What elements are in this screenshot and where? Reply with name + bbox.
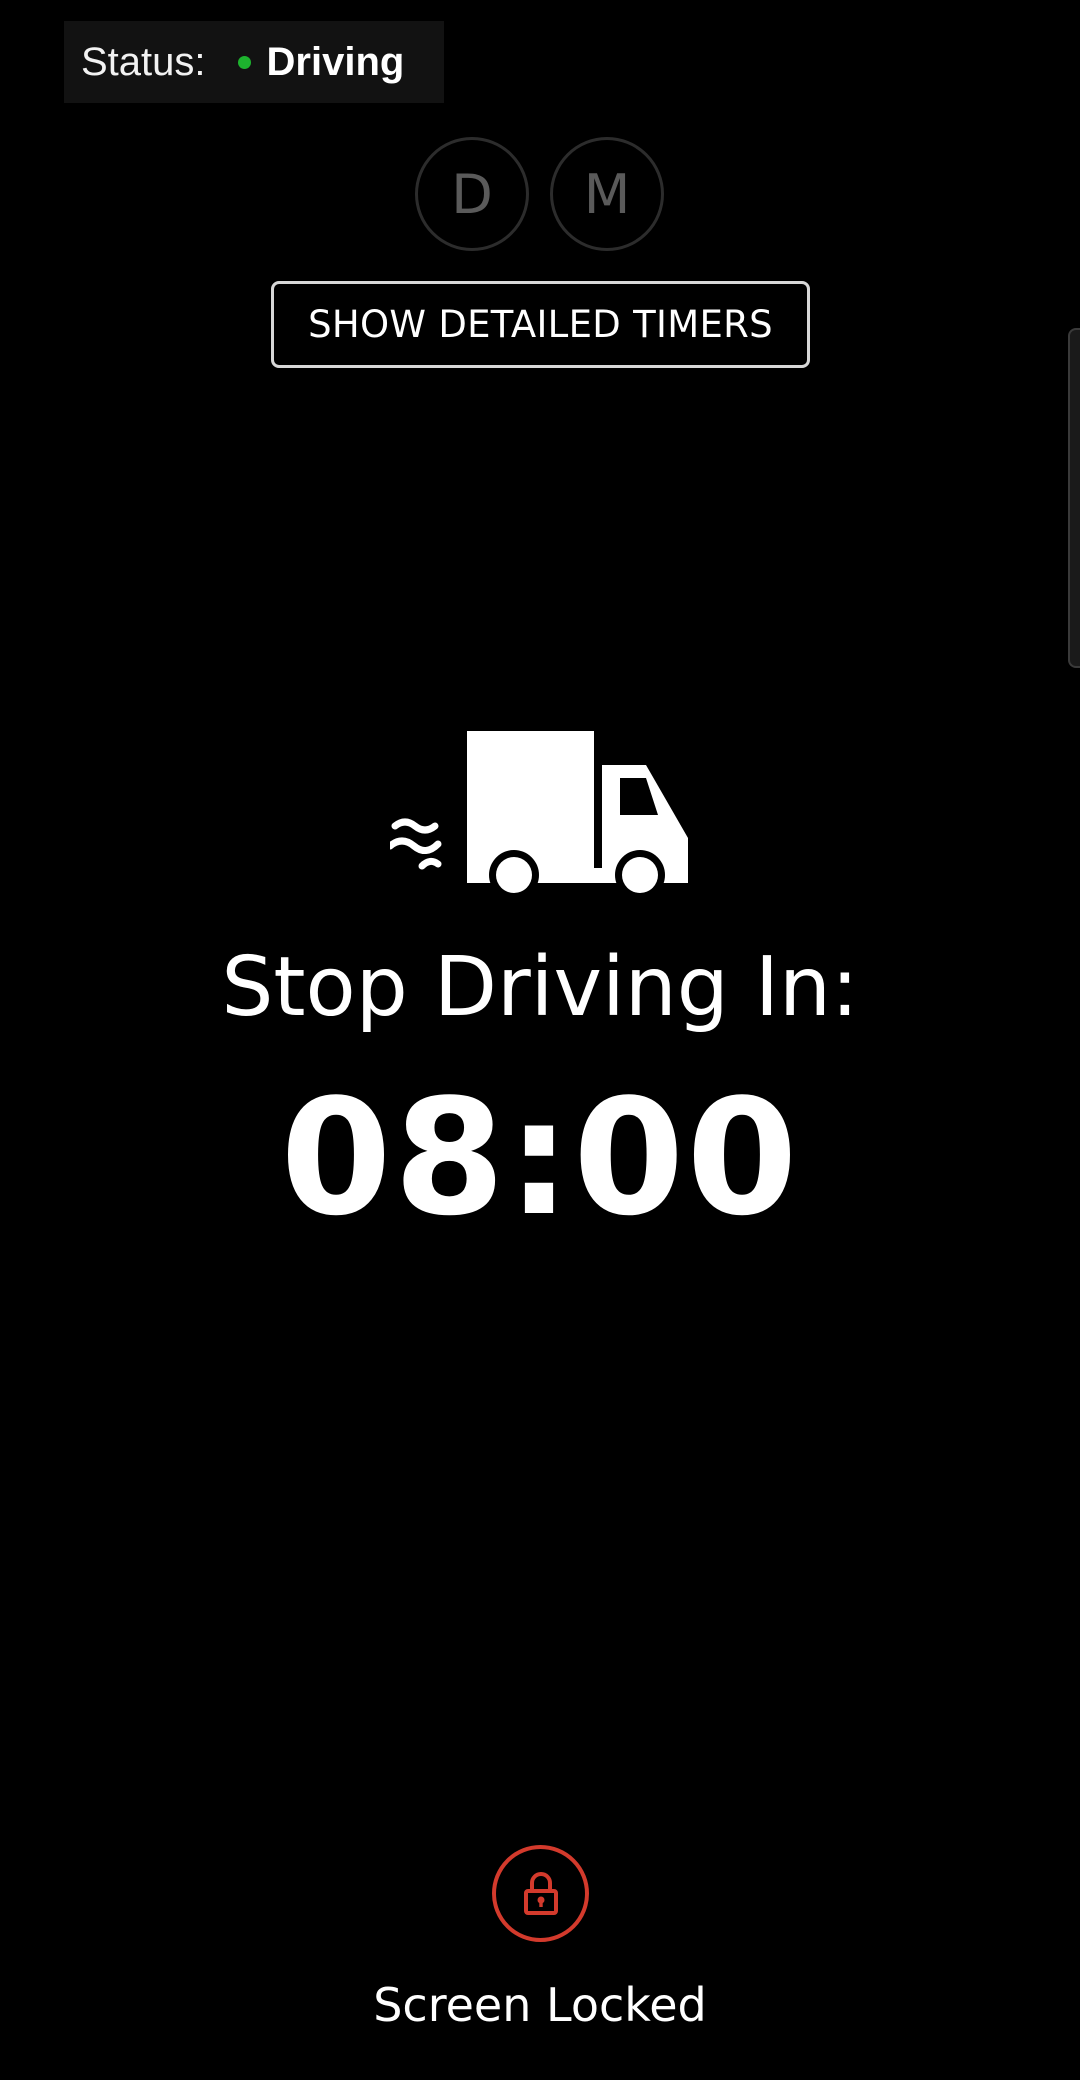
- driving-screen: Status: Driving D M SHOW DETAILED TIMERS…: [0, 0, 1080, 2080]
- duty-status-d-button[interactable]: D: [415, 137, 529, 251]
- drive-countdown-timer: 08:00: [280, 1064, 800, 1251]
- stop-driving-heading: Stop Driving In:: [221, 940, 859, 1035]
- status-indicator: Status: Driving: [64, 21, 444, 103]
- side-drawer-handle[interactable]: [1068, 328, 1080, 668]
- status-value: Driving: [266, 39, 405, 84]
- screen-locked-label: Screen Locked: [373, 1978, 707, 2032]
- padlock-icon: [523, 1871, 558, 1915]
- status-label: Status:: [81, 39, 206, 84]
- duty-status-m-button[interactable]: M: [550, 137, 664, 251]
- show-detailed-timers-label: SHOW DETAILED TIMERS: [308, 303, 773, 346]
- moving-truck-icon: [390, 731, 688, 898]
- show-detailed-timers-button[interactable]: SHOW DETAILED TIMERS: [271, 281, 810, 368]
- screen-lock-button[interactable]: [492, 1845, 589, 1942]
- duty-status-d-label: D: [451, 162, 493, 226]
- status-dot-icon: [237, 55, 251, 69]
- duty-status-m-label: M: [583, 162, 631, 226]
